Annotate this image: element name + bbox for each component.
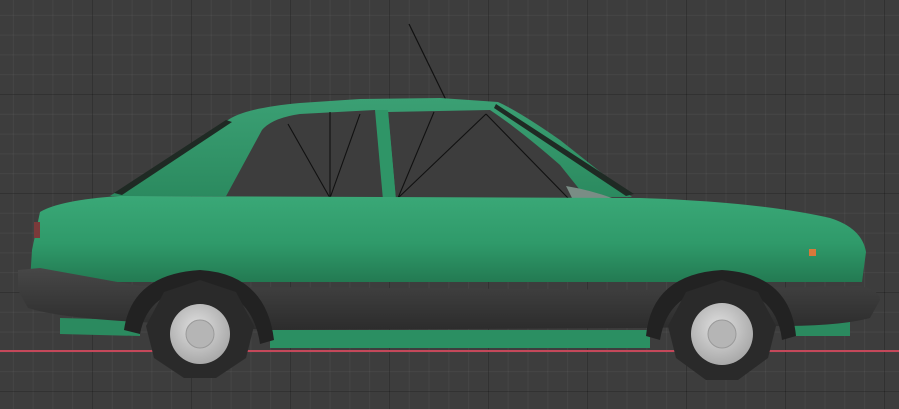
3d-viewport[interactable] (0, 0, 899, 409)
antenna-line (408, 23, 447, 101)
side-sill (270, 330, 650, 348)
car-body (30, 196, 866, 282)
tail-light (34, 222, 40, 238)
front-indicator (809, 249, 816, 256)
car-model[interactable] (0, 0, 899, 409)
